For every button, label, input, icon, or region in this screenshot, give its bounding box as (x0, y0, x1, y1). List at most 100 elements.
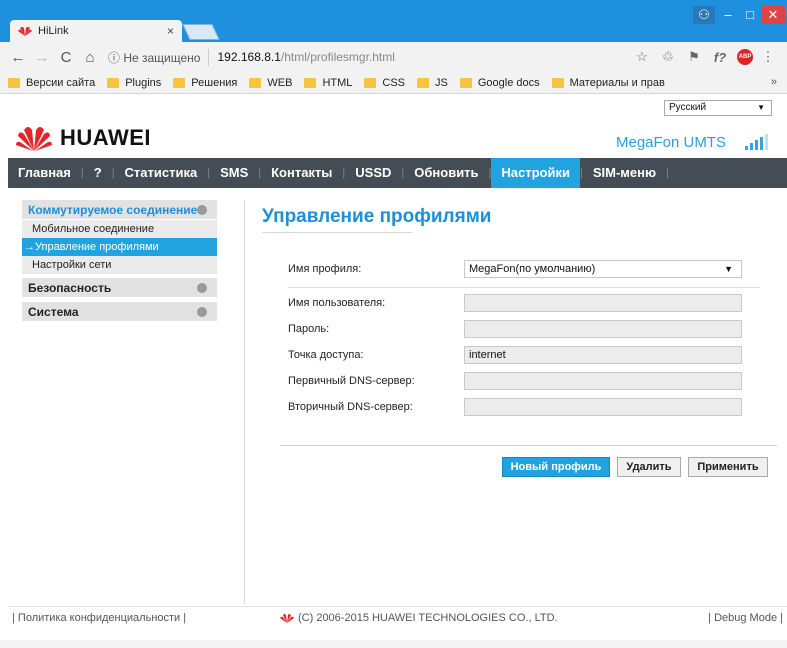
bookmark-item[interactable]: Версии сайта (8, 77, 95, 89)
nav-statistics[interactable]: Статистика (115, 158, 208, 188)
password-row: Пароль: (288, 320, 748, 340)
dns1-label: Первичный DNS-сервер: (288, 375, 415, 387)
bookmarks-overflow-icon[interactable]: » (771, 76, 777, 88)
user-profile-icon[interactable]: ⚇ (693, 6, 715, 24)
page-footer: | Политика конфиденциальности | (C) 2006… (8, 606, 787, 626)
nav-update[interactable]: Обновить (404, 158, 488, 188)
folder-icon (107, 77, 120, 88)
sidebar-item-profile-management[interactable]: →Управление профилями (22, 238, 217, 256)
recycle-extension-icon[interactable]: ♲ (657, 49, 679, 65)
web-page: Русский ▼ HUAWEI MegaFon UMTS Главная | … (0, 94, 787, 648)
copyright: (C) 2006-2015 HUAWEI TECHNOLOGIES CO., L… (280, 612, 558, 624)
new-tab-button[interactable] (182, 24, 220, 40)
close-window-icon[interactable]: ✕ (761, 6, 785, 24)
flag-extension-icon[interactable]: ⚑ (683, 49, 705, 65)
sidebar-group-system[interactable]: Система (22, 302, 217, 322)
minimize-icon[interactable]: – (718, 6, 738, 24)
back-icon[interactable]: ← (8, 49, 28, 66)
folder-icon (417, 77, 430, 88)
settings-sidebar: Коммутируемое соединение Мобильное соеди… (22, 200, 217, 322)
bookmark-item[interactable]: CSS (364, 77, 405, 89)
tab-title: HiLink (38, 25, 69, 37)
huawei-mini-logo-icon (280, 614, 294, 623)
language-select[interactable]: Русский ▼ (664, 100, 772, 116)
folder-icon (304, 77, 317, 88)
browser-window: HiLink × ⚇ – □ ✕ ← → C ⌂ ⓘ Не защищено 1… (0, 0, 787, 648)
title-bar: HiLink × ⚇ – □ ✕ (0, 0, 787, 42)
nav-home[interactable]: Главная (8, 158, 81, 188)
sidebar-item-mobile-connection[interactable]: Мобильное соединение (22, 220, 217, 238)
nav-ussd[interactable]: USSD (345, 158, 401, 188)
nav-settings[interactable]: Настройки (491, 158, 580, 188)
buttons-divider (280, 445, 777, 446)
apply-button[interactable]: Применить (688, 457, 768, 477)
profile-row: Имя профиля: MegaFon(по умолчанию) ▼ (288, 260, 748, 280)
function-extension-icon[interactable]: f? (709, 50, 731, 65)
dns1-row: Первичный DNS-сервер: (288, 372, 748, 392)
browser-toolbar: ← → C ⌂ ⓘ Не защищено 192.168.8.1 /html/… (0, 42, 787, 72)
folder-icon (173, 77, 186, 88)
password-input[interactable] (464, 320, 742, 338)
bookmark-item[interactable]: JS (417, 77, 448, 89)
dns2-input[interactable] (464, 398, 742, 416)
page-title: Управление профилями (262, 206, 492, 227)
bookmark-item[interactable]: Google docs (459, 77, 540, 89)
nav-sms[interactable]: SMS (210, 158, 258, 188)
signal-strength-icon (745, 134, 769, 150)
tab-close-icon[interactable]: × (167, 24, 174, 38)
collapse-icon[interactable] (197, 205, 207, 215)
folder-icon (8, 77, 20, 88)
form-divider (288, 287, 760, 288)
adblock-icon[interactable]: ABP (737, 49, 753, 65)
brand-name: HUAWEI (60, 125, 151, 150)
reload-icon[interactable]: C (56, 49, 76, 66)
apn-row: Точка доступа: internet (288, 346, 748, 366)
huawei-favicon-icon (18, 27, 32, 36)
folder-icon (459, 77, 472, 88)
title-divider (262, 232, 412, 233)
apn-input[interactable]: internet (464, 346, 742, 364)
apn-label: Точка доступа: (288, 349, 364, 361)
menu-dots-icon[interactable]: ⋮ (757, 49, 779, 65)
address-bar[interactable]: ⓘ Не защищено 192.168.8.1 /html/profiles… (108, 46, 627, 68)
nav-sim-menu[interactable]: SIM-меню (583, 158, 666, 188)
page-bottom-edge (0, 640, 787, 648)
bookmark-star-icon[interactable]: ☆ (631, 49, 653, 65)
bookmark-item[interactable]: Материалы и прав (551, 77, 665, 89)
address-host: 192.168.8.1 (217, 50, 281, 64)
privacy-link[interactable]: | Политика конфиденциальности | (12, 612, 186, 624)
nav-contacts[interactable]: Контакты (261, 158, 342, 188)
username-row: Имя пользователя: (288, 294, 748, 314)
username-label: Имя пользователя: (288, 297, 386, 309)
huawei-logo: HUAWEI (16, 124, 151, 152)
expand-icon[interactable] (197, 283, 207, 293)
folder-icon (364, 77, 377, 88)
dns2-label: Вторичный DNS-сервер: (288, 401, 413, 413)
address-path: /html/profilesmgr.html (280, 50, 395, 64)
security-indicator[interactable]: ⓘ Не защищено (108, 48, 210, 66)
bookmark-item[interactable]: HTML (304, 77, 352, 89)
sidebar-item-network-settings[interactable]: Настройки сети (22, 256, 217, 274)
delete-button[interactable]: Удалить (617, 457, 681, 477)
dropdown-arrow-icon: ▼ (757, 103, 765, 112)
home-icon[interactable]: ⌂ (80, 49, 100, 66)
new-profile-button[interactable]: Новый профиль (502, 457, 610, 477)
bookmark-item[interactable]: WEB (249, 77, 292, 89)
bookmark-item[interactable]: Plugins (107, 77, 161, 89)
dropdown-arrow-icon: ▼ (724, 264, 733, 274)
sidebar-group-security[interactable]: Безопасность (22, 278, 217, 298)
maximize-icon[interactable]: □ (740, 6, 760, 24)
debug-mode-link[interactable]: | Debug Mode | (708, 612, 783, 624)
bookmark-item[interactable]: Решения (173, 77, 237, 89)
expand-icon[interactable] (197, 307, 207, 317)
operator-status: MegaFon UMTS (616, 134, 727, 151)
password-label: Пароль: (288, 323, 330, 335)
browser-tab[interactable]: HiLink × (10, 20, 182, 42)
nav-help[interactable]: ? (84, 158, 112, 188)
folder-icon (249, 77, 262, 88)
profile-select[interactable]: MegaFon(по умолчанию) ▼ (464, 260, 742, 278)
sidebar-group-dialup[interactable]: Коммутируемое соединение (22, 200, 217, 220)
dns1-input[interactable] (464, 372, 742, 390)
forward-icon[interactable]: → (32, 49, 52, 66)
username-input[interactable] (464, 294, 742, 312)
